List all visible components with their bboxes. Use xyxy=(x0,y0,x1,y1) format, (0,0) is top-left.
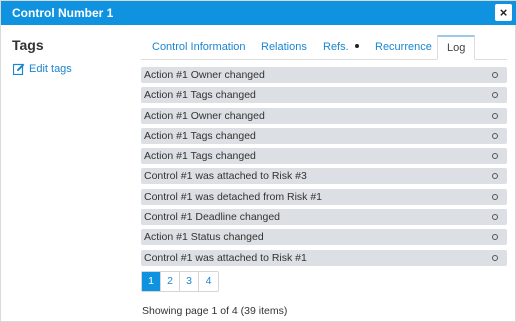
log-item-text: Action #1 Owner changed xyxy=(144,69,265,81)
circle-icon xyxy=(492,234,498,241)
edit-tags-link[interactable]: Edit tags xyxy=(13,62,72,76)
tab-control-information[interactable]: Control Information xyxy=(152,35,246,60)
tab-bar: Control Information Relations Refs. Recu… xyxy=(141,35,507,60)
circle-icon xyxy=(492,72,498,78)
log-item[interactable]: Action #1 Status changed xyxy=(141,229,507,246)
edit-tags-label: Edit tags xyxy=(29,63,72,75)
circle-icon xyxy=(492,193,498,200)
log-item-text: Action #1 Owner changed xyxy=(144,109,265,122)
page-1-button[interactable]: 1 xyxy=(142,272,161,291)
log-item[interactable]: Control #1 Deadline changed xyxy=(141,209,507,226)
log-item-text: Control #1 was attached to Risk #1 xyxy=(144,251,307,264)
modal-header: Control Number 1 × xyxy=(1,1,516,25)
circle-icon xyxy=(492,112,498,119)
log-item-text: Control #1 Deadline changed xyxy=(144,211,281,224)
log-item-text: Control #1 was attached to Risk #3 xyxy=(144,170,307,183)
tab-relations[interactable]: Relations xyxy=(261,35,307,60)
log-item[interactable]: Action #1 Tags changed xyxy=(141,148,507,165)
edit-icon xyxy=(13,63,25,75)
circle-icon xyxy=(492,173,498,180)
tab-log[interactable]: Log xyxy=(437,35,476,60)
close-button[interactable]: × xyxy=(495,4,512,21)
log-item-text: Action #1 Tags changed xyxy=(144,150,256,163)
tab-refs[interactable]: Refs. xyxy=(323,35,359,60)
tab-recurrence[interactable]: Recurrence xyxy=(375,35,432,60)
log-item-text: Action #1 Tags changed xyxy=(144,129,256,142)
page-3-button[interactable]: 3 xyxy=(180,272,199,291)
circle-icon xyxy=(492,153,498,160)
indicator-dot-icon xyxy=(354,44,359,49)
pagination: 1 2 3 4 xyxy=(141,271,219,292)
page-2-button[interactable]: 2 xyxy=(161,272,180,291)
log-item[interactable]: Action #1 Tags changed xyxy=(141,87,507,104)
log-item[interactable]: Control #1 was detached from Risk #1 xyxy=(141,188,507,205)
page-4-button[interactable]: 4 xyxy=(199,272,218,291)
control-modal: Control Number 1 × Tags Edit tags Contro… xyxy=(0,0,516,322)
log-item[interactable]: Action #1 Tags changed xyxy=(141,127,507,144)
log-item-text: Action #1 Tags changed xyxy=(144,89,256,102)
tab-refs-label: Refs. xyxy=(323,41,349,53)
tags-heading: Tags xyxy=(12,37,44,53)
circle-icon xyxy=(492,254,498,261)
log-item-text: Control #1 was detached from Risk #1 xyxy=(144,190,323,203)
modal-title: Control Number 1 xyxy=(12,6,114,20)
log-item[interactable]: Control #1 was attached to Risk #1 xyxy=(141,249,507,266)
log-item[interactable]: Control #1 was attached to Risk #3 xyxy=(141,168,507,185)
log-item-text: Action #1 Status changed xyxy=(144,231,264,244)
log-list: Action #1 Owner changed Action #1 Tags c… xyxy=(141,67,507,270)
pagination-summary: Showing page 1 of 4 (39 items) xyxy=(142,305,288,317)
log-item[interactable]: Action #1 Owner changed xyxy=(141,107,507,124)
circle-icon xyxy=(492,92,498,99)
log-item[interactable]: Action #1 Owner changed xyxy=(141,67,507,83)
circle-icon xyxy=(492,214,498,221)
circle-icon xyxy=(492,132,498,139)
